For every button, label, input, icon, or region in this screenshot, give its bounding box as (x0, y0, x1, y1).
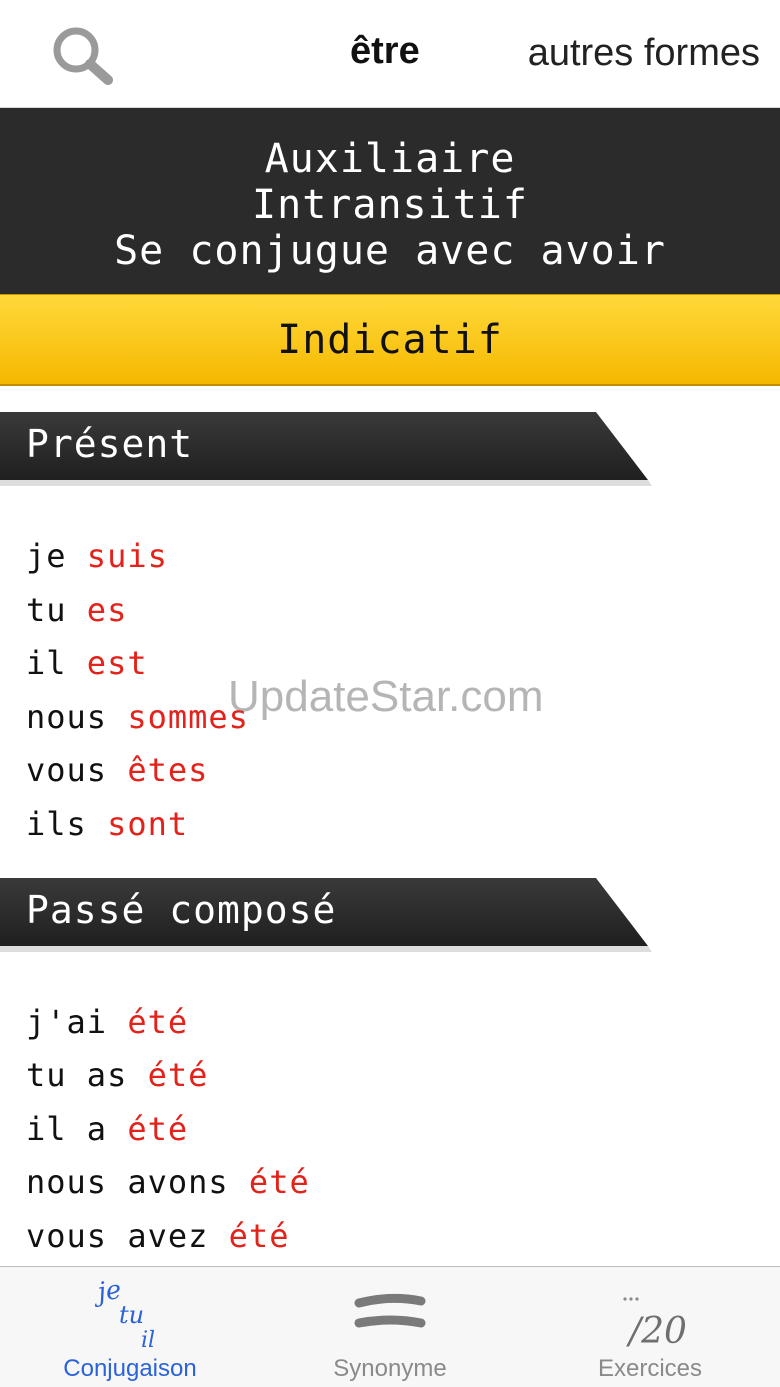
conjugation-row: tu es (26, 584, 780, 638)
tab-label: Exercices (597, 1355, 703, 1382)
tense-header-present: Présent (0, 412, 780, 486)
info-transitivity: Intransitif (252, 182, 528, 228)
verb-form: suis (86, 537, 168, 575)
conjugation-row: j'ai été (26, 996, 780, 1050)
pronoun: tu as (26, 1056, 148, 1095)
other-forms-button[interactable]: autres formes (528, 32, 760, 75)
verb-form: sont (107, 804, 189, 843)
pronoun: il a (26, 1109, 128, 1148)
tense-header-passe-compose: Passé composé (0, 877, 780, 952)
tab-label: Synonyme (333, 1355, 447, 1382)
info-auxiliary-verb: Se conjugue avec avoir (114, 228, 666, 274)
pronoun: il (26, 644, 87, 683)
conjugaison-icon: je tu il (91, 1275, 155, 1349)
synonyme-icon (354, 1293, 426, 1328)
verb-title: être (350, 30, 420, 72)
conjugation-row: nous avons été (26, 1156, 780, 1210)
info-auxiliary: Auxiliaire (264, 136, 516, 182)
conjugation-row: il est (26, 637, 780, 691)
conjugation-content[interactable]: Présent je suis tu es il est nous sommes… (0, 386, 780, 1266)
exercices-icon: /20 (623, 1297, 687, 1349)
verb-form: es (86, 590, 128, 629)
pronoun: vous avez (26, 1216, 229, 1255)
conjugation-row: il a été (26, 1103, 780, 1157)
icon-text-il: il (141, 1328, 155, 1349)
tab-conjugaison[interactable]: je tu il Conjugaison (0, 1267, 260, 1387)
conjugation-row: je suis (26, 530, 780, 584)
search-icon[interactable] (48, 24, 116, 86)
verb-form: été (127, 1002, 189, 1041)
verb-form: est (86, 644, 148, 683)
conjugation-row: nous sommes (26, 691, 780, 745)
mood-bar[interactable]: Indicatif (0, 294, 780, 386)
conjugation-row: tu as été (26, 1049, 780, 1103)
verb-form: été (228, 1216, 290, 1255)
conjugation-row: ils sont (26, 798, 780, 852)
conjugation-list-passe-compose: j'ai été tu as été il a été nous avons é… (0, 996, 780, 1264)
tense-title: Passé composé (26, 887, 337, 932)
verb-form: été (248, 1163, 310, 1202)
pronoun: je (26, 537, 87, 575)
conjugation-row: vous avez été (26, 1210, 780, 1264)
top-bar: être autres formes (0, 0, 780, 108)
tab-synonyme[interactable]: Synonyme (260, 1267, 520, 1387)
pronoun: nous (26, 697, 128, 736)
pronoun: nous avons (26, 1163, 249, 1202)
tab-exercices[interactable]: /20 Exercices (520, 1267, 780, 1387)
conjugation-list-present: je suis tu es il est nous sommes vous êt… (0, 530, 780, 852)
pronoun: ils (26, 804, 108, 843)
pronoun: j'ai (26, 1002, 128, 1041)
icon-text-score: /20 (626, 1311, 687, 1349)
tab-bar: je tu il Conjugaison Synonyme /20 Exerci… (0, 1266, 780, 1387)
verb-form: êtes (127, 751, 209, 790)
mood-label: Indicatif (277, 317, 503, 363)
tense-title: Présent (26, 422, 194, 466)
verb-form: sommes (127, 697, 249, 736)
verb-form: été (147, 1056, 209, 1095)
tab-label: Conjugaison (63, 1355, 197, 1382)
pronoun: vous (26, 751, 128, 790)
verb-form: été (127, 1109, 189, 1148)
verb-info-band: Auxiliaire Intransitif Se conjugue avec … (0, 108, 780, 294)
conjugation-row: vous êtes (26, 744, 780, 798)
pronoun: tu (26, 590, 87, 629)
icon-text-tu: tu (119, 1301, 144, 1329)
